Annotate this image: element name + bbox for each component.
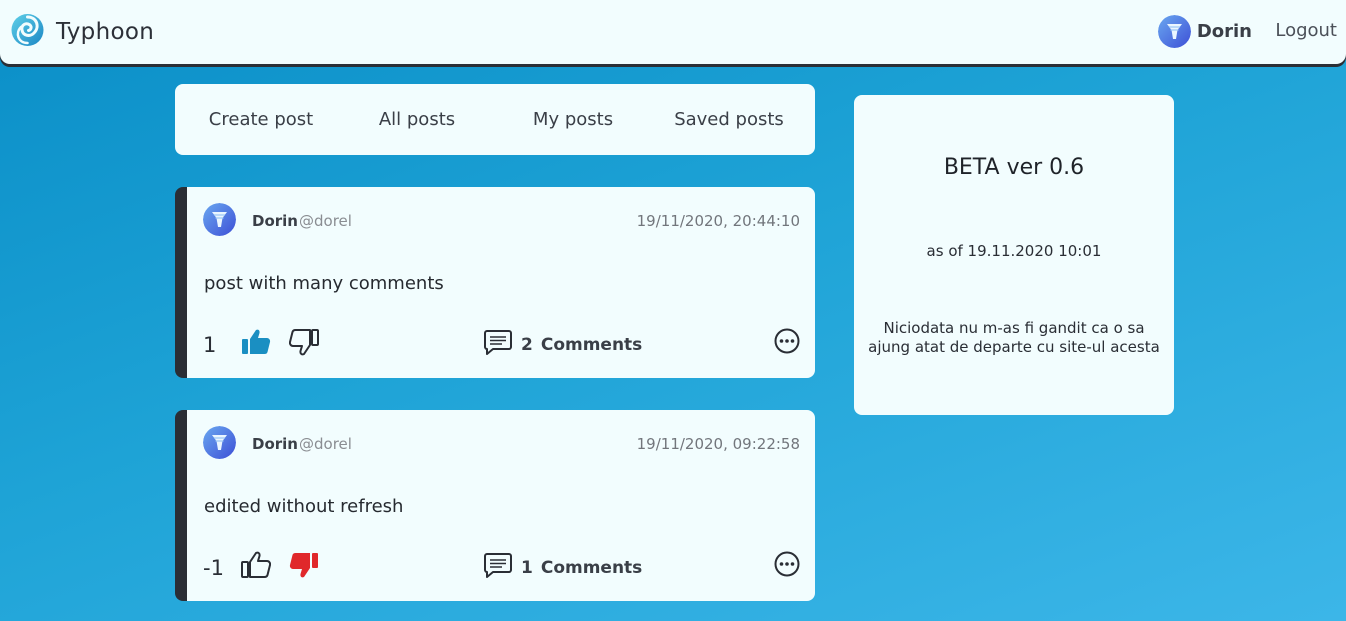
post-timestamp: 19/11/2020, 09:22:58 xyxy=(636,435,800,453)
post-handle: @dorel xyxy=(299,435,352,453)
beta-info-panel: BETA ver 0.6 as of 19.11.2020 10:01 Nici… xyxy=(854,95,1174,415)
comments-button[interactable]: 1 Comments xyxy=(484,552,642,583)
post-score: -1 xyxy=(203,556,224,580)
brand[interactable]: Typhoon xyxy=(11,11,154,53)
tab-saved-posts[interactable]: Saved posts xyxy=(651,109,807,130)
thumbs-down-icon[interactable] xyxy=(289,550,319,584)
beta-as-of: as of 19.11.2020 10:01 xyxy=(926,242,1102,260)
post-author[interactable]: Dorin xyxy=(252,212,298,230)
tab-my-posts[interactable]: My posts xyxy=(495,109,651,130)
user-menu[interactable]: Dorin xyxy=(1157,15,1252,48)
post-card: Dorin @dorel 19/11/2020, 09:22:58 edited… xyxy=(175,410,815,601)
thumbs-down-icon[interactable] xyxy=(288,327,319,361)
post-body: post with many comments xyxy=(204,273,444,294)
thumbs-up-icon[interactable] xyxy=(241,550,272,584)
more-options-icon[interactable] xyxy=(774,551,800,581)
comments-button[interactable]: 2 Comments xyxy=(484,329,642,360)
avatar[interactable] xyxy=(203,426,236,459)
typhoon-swirl-icon xyxy=(11,11,44,53)
comment-label: Comments xyxy=(540,557,643,578)
beta-message: Niciodata nu m-as fi gandit ca o sa ajun… xyxy=(868,319,1160,356)
post-tabs: Create post All posts My posts Saved pos… xyxy=(175,84,815,155)
post-card: Dorin @dorel 19/11/2020, 20:44:10 post w… xyxy=(175,187,815,378)
tab-create-post[interactable]: Create post xyxy=(183,109,339,130)
post-score: 1 xyxy=(203,333,217,357)
post-body: edited without refresh xyxy=(204,496,404,517)
avatar xyxy=(1157,15,1191,48)
avatar[interactable] xyxy=(203,203,236,236)
comment-bubble-icon xyxy=(484,329,512,360)
more-options-icon[interactable] xyxy=(774,328,800,358)
post-timestamp: 19/11/2020, 20:44:10 xyxy=(636,212,800,230)
top-navbar: Typhoon Dorin Logout xyxy=(0,0,1346,64)
comment-bubble-icon xyxy=(484,552,512,583)
tab-all-posts[interactable]: All posts xyxy=(339,109,495,130)
user-name: Dorin xyxy=(1196,21,1252,42)
thumbs-up-icon[interactable] xyxy=(241,327,271,361)
brand-name: Typhoon xyxy=(56,19,155,45)
logout-link[interactable]: Logout xyxy=(1275,20,1337,41)
comment-count: 2 xyxy=(521,334,533,355)
comment-label: Comments xyxy=(540,334,643,355)
post-author[interactable]: Dorin xyxy=(252,435,298,453)
beta-title: BETA ver 0.6 xyxy=(943,155,1085,180)
post-handle: @dorel xyxy=(299,212,352,230)
comment-count: 1 xyxy=(521,557,533,578)
